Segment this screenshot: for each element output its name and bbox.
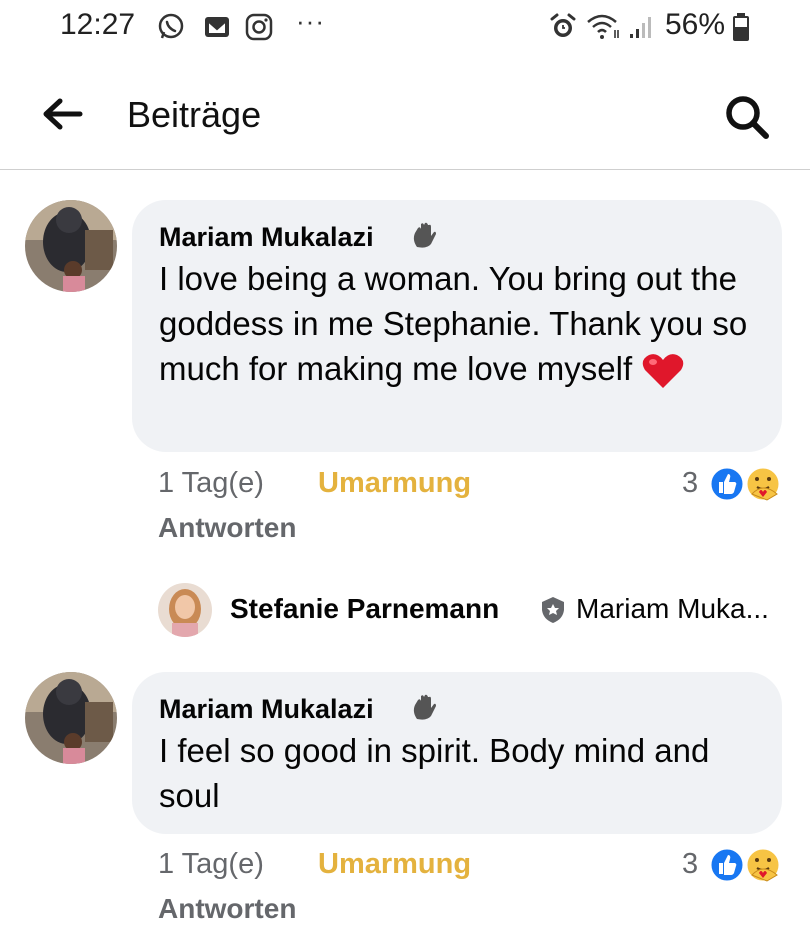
avatar-photo <box>158 583 212 637</box>
signal-icon <box>630 17 651 38</box>
reply-author: Stefanie Parnemann <box>230 593 500 624</box>
comment-timestamp: 1 Tag(e) <box>158 467 264 499</box>
comment-text: I feel so good in spirit. Body mind and … <box>159 732 710 814</box>
search-icon[interactable] <box>722 92 772 142</box>
comment-author[interactable]: Mariam Mukalazi <box>159 222 374 253</box>
wifi-icon <box>587 14 619 39</box>
reaction-summary[interactable] <box>707 845 783 885</box>
heart-emoji <box>643 354 684 388</box>
page-title: Beiträge <box>127 94 262 135</box>
comment-author[interactable]: Mariam Mukalazi <box>159 694 374 725</box>
more-notifications-icon: ··· <box>296 6 325 36</box>
reaction-button[interactable]: Umarmung <box>318 467 471 500</box>
avatar-photo <box>25 672 117 764</box>
app-header: Beiträge <box>0 56 810 170</box>
comment-bubble[interactable]: Mariam Mukalazi I love being a woman. Yo… <box>132 200 782 452</box>
comment-bubble[interactable]: Mariam Mukalazi I feel so good in spirit… <box>132 672 782 834</box>
gmail-icon <box>205 17 229 37</box>
comment-text: I love being a woman. You bring out the … <box>159 256 759 391</box>
avatar-photo <box>25 200 117 292</box>
care-icon <box>744 846 782 884</box>
waving-hand-icon <box>413 694 436 720</box>
battery-percent: 56% <box>665 8 726 41</box>
alarm-icon <box>550 13 576 37</box>
battery-icon <box>733 13 749 41</box>
reply-snippet: Mariam Muka... <box>576 593 769 624</box>
waving-hand-icon <box>413 222 436 248</box>
comment-timestamp: 1 Tag(e) <box>158 848 264 880</box>
avatar[interactable] <box>25 672 117 764</box>
avatar[interactable] <box>25 200 117 292</box>
reply-button[interactable]: Antworten <box>158 893 296 925</box>
status-bar: 12:27 ··· 56% <box>0 0 810 56</box>
instagram-icon <box>245 13 273 41</box>
whatsapp-icon <box>158 13 184 39</box>
status-time: 12:27 <box>60 8 136 41</box>
reaction-count: 3 <box>682 467 699 499</box>
care-icon <box>744 465 782 503</box>
like-icon <box>708 465 746 503</box>
reply-button[interactable]: Antworten <box>158 512 296 544</box>
reply-preview[interactable]: Stefanie Parnemann Mariam Muka... <box>158 583 798 637</box>
like-icon <box>708 846 746 884</box>
reaction-summary[interactable] <box>707 464 783 504</box>
back-arrow-icon[interactable] <box>40 94 84 134</box>
reaction-count: 3 <box>682 848 699 880</box>
avatar <box>158 583 212 637</box>
author-shield-icon <box>542 597 564 623</box>
reaction-button[interactable]: Umarmung <box>318 848 471 881</box>
